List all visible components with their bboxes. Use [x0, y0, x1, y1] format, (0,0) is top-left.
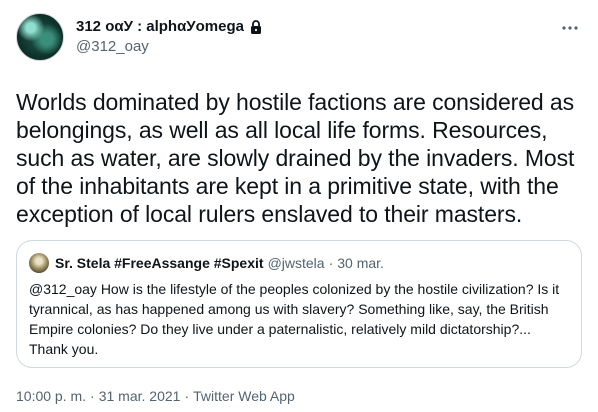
- author-names: 312 οαУ : alphαУomega @312_oay: [76, 17, 264, 57]
- tweet-meta: 10:00 p. m. · 31 mar. 2021 · Twitter Web…: [16, 388, 582, 404]
- tweet-header: 312 οαУ : alphαУomega @312_oay: [16, 12, 582, 62]
- meta-separator-1: ·: [90, 388, 95, 404]
- meta-separator-2: ·: [184, 388, 190, 404]
- author-handle[interactable]: @312_oay: [76, 37, 264, 57]
- quoted-tweet-header: Sr. Stela #FreeAssange #Spexit @jwstela …: [29, 253, 569, 273]
- tweet-text: Worlds dominated by hostile factions are…: [16, 89, 575, 227]
- tweet-time[interactable]: 10:00 p. m.: [16, 388, 86, 404]
- quoted-author-handle: @jwstela: [267, 255, 325, 271]
- author-display-name[interactable]: 312 οαУ : alphαУomega: [76, 17, 244, 37]
- tweet: 312 οαУ : alphαУomega @312_oay Worlds do…: [0, 0, 598, 412]
- quoted-date: 30 mar.: [337, 255, 384, 271]
- author-avatar[interactable]: [16, 13, 64, 61]
- quoted-separator: ·: [328, 255, 334, 271]
- quoted-author-name: Sr. Stela #FreeAssange #Spexit: [55, 255, 264, 271]
- tweet-date[interactable]: 31 mar. 2021: [99, 388, 181, 404]
- quoted-author-avatar: [29, 253, 49, 273]
- author-name-row[interactable]: 312 οαУ : alphαУomega: [76, 17, 264, 37]
- more-horizontal-icon[interactable]: [560, 18, 580, 38]
- quoted-tweet-text: @312_oay How is the lifestyle of the peo…: [29, 281, 560, 357]
- tweet-source[interactable]: Twitter Web App: [193, 388, 295, 404]
- lock-icon: [248, 19, 264, 35]
- quoted-tweet[interactable]: Sr. Stela #FreeAssange #Spexit @jwstela …: [16, 240, 582, 368]
